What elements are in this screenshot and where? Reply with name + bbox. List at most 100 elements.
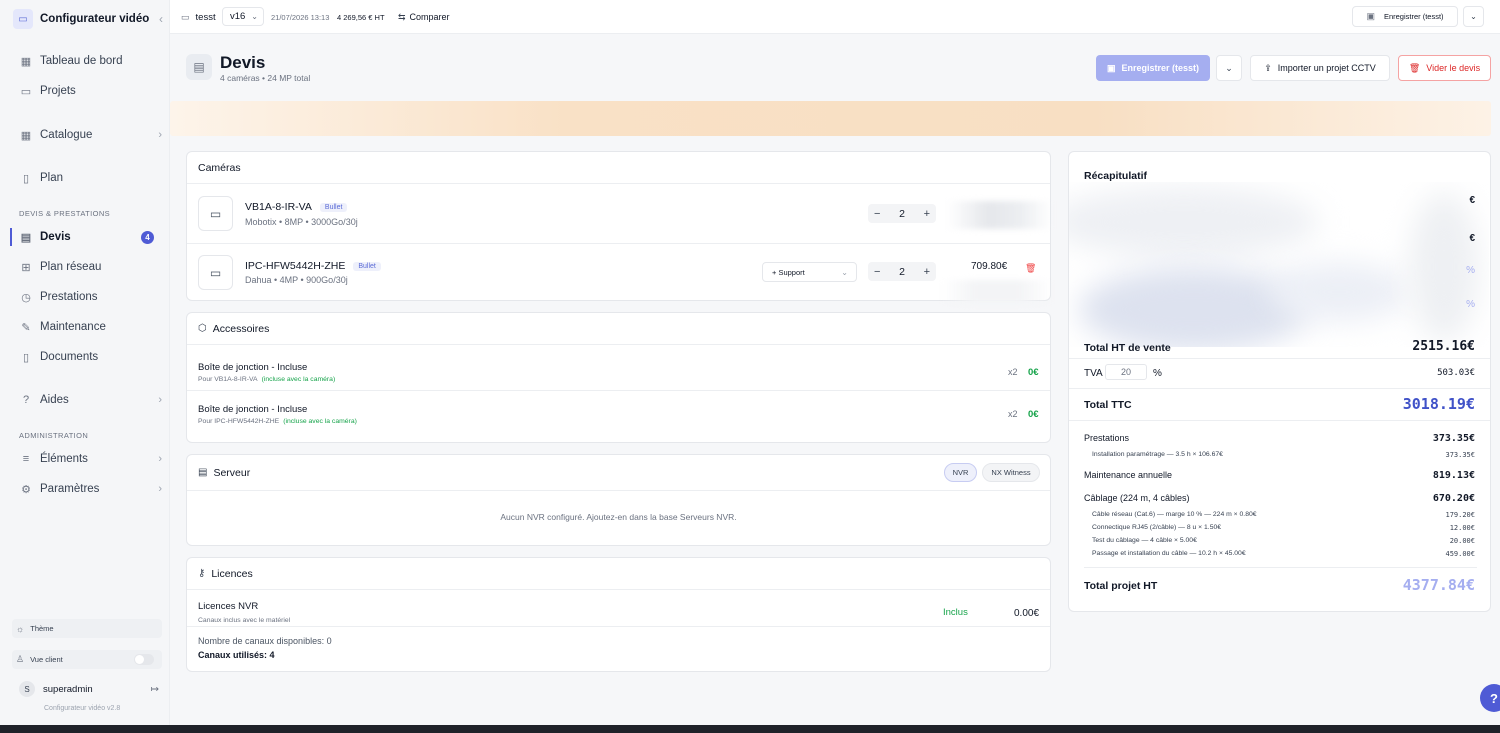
- trash-icon: 🗑: [1408, 62, 1421, 73]
- box-icon: ⬡: [198, 323, 207, 334]
- upload-icon: ⇪: [1264, 62, 1272, 73]
- save-options-button[interactable]: ⌄: [1216, 55, 1242, 81]
- minus-icon[interactable]: −: [874, 208, 880, 220]
- collapse-sidebar-icon[interactable]: ‹: [159, 12, 163, 26]
- minus-icon[interactable]: −: [874, 266, 880, 278]
- plus-icon[interactable]: +: [924, 266, 930, 278]
- theme-label: Thème: [30, 624, 54, 633]
- cable-line-label: Passage et installation du câble — 10.2 …: [1092, 550, 1246, 557]
- project-crumb[interactable]: ▭ tesst: [181, 0, 216, 34]
- save-icon: ▣: [1106, 62, 1116, 73]
- user-name: superadmin: [43, 683, 93, 695]
- sidebar-item-label: Éléments: [40, 453, 88, 465]
- accessory-name: Boîte de jonction - Incluse: [198, 362, 308, 373]
- sidebar-item-plan-reseau[interactable]: ⊞ Plan réseau: [12, 256, 162, 278]
- tab-nx-witness[interactable]: NX Witness: [982, 463, 1040, 482]
- version-select[interactable]: v16 ⌄: [222, 7, 264, 26]
- divider: [187, 626, 1050, 627]
- camera-model: IPC-HFW5442H-ZHE: [245, 260, 346, 272]
- chevron-right-icon: ›: [158, 129, 162, 141]
- save-button[interactable]: ▣ Enregistrer (tesst): [1096, 55, 1210, 81]
- tab-nvr[interactable]: NVR: [944, 463, 977, 482]
- clock-icon: ◷: [21, 291, 31, 304]
- cameras-title: Caméras: [198, 161, 241, 174]
- version-date: 21/07/2026 13:13: [271, 12, 330, 22]
- sidebar-item-devis[interactable]: ▤ Devis 4: [10, 226, 162, 248]
- licence-price: 0.00€: [1014, 608, 1040, 619]
- sidebar-item-maintenance[interactable]: ✎ Maintenance: [12, 316, 162, 338]
- accessory-row: Boîte de jonction - Incluse Pour VB1A-8-…: [187, 346, 1050, 390]
- import-cctv-button[interactable]: ⇪ Importer un projet CCTV: [1250, 55, 1390, 81]
- compare-button[interactable]: ⇆ Comparer: [398, 0, 450, 34]
- quantity-stepper[interactable]: − 2 +: [868, 204, 936, 223]
- topbar-save-button[interactable]: ▣ Enregistrer (tesst): [1352, 6, 1458, 27]
- sidebar-item-documents[interactable]: ▯ Documents: [12, 346, 162, 368]
- page-subtitle: 4 caméras • 24 MP total: [220, 73, 311, 83]
- sidebar-item-label: Paramètres: [40, 483, 100, 495]
- sidebar-item-label: Plan: [40, 172, 64, 184]
- accessories-title: Accessoires: [212, 322, 270, 335]
- sidebar-item-aides[interactable]: ? Aides ›: [12, 389, 162, 411]
- accessories-card: ⬡ Accessoires Boîte de jonction - Inclus…: [186, 312, 1051, 443]
- support-select[interactable]: + Support ⌄: [762, 262, 857, 282]
- tva-label: TVA: [1084, 368, 1103, 379]
- divider: [1069, 420, 1490, 421]
- sidebar-item-prestations[interactable]: ◷ Prestations: [12, 286, 162, 308]
- help-circle-icon: ?: [22, 394, 30, 406]
- server-card: ▤ Serveur NVR NX Witness Aucun NVR confi…: [186, 454, 1051, 546]
- divider: [1084, 567, 1477, 568]
- topbar-more-button[interactable]: ⌄: [1463, 6, 1484, 27]
- total-ht-value: 2515.16€: [1412, 339, 1475, 354]
- project-total-value: 4377.84€: [1402, 576, 1475, 594]
- network-icon: ⊞: [21, 261, 31, 274]
- quantity-stepper[interactable]: − 2 +: [868, 262, 936, 281]
- theme-button[interactable]: ☼ Thème: [12, 619, 162, 638]
- quantity-value: 2: [899, 265, 905, 278]
- cable-line-value: 179.20€: [1445, 511, 1475, 519]
- total-ht-label: Total HT de vente: [1084, 342, 1171, 354]
- version-value: v16: [230, 11, 246, 22]
- brand[interactable]: ▭ Configurateur vidéo ‹: [13, 7, 163, 31]
- licence-name: Licences NVR: [198, 601, 259, 612]
- sidebar-item-label: Maintenance: [40, 321, 106, 333]
- clear-devis-button[interactable]: 🗑 Vider le devis: [1398, 55, 1491, 81]
- camera-row: ▭ VB1A-8-IR-VA Bullet Mobotix • 8MP • 300…: [187, 185, 1052, 243]
- video-camera-icon: ▭: [13, 9, 33, 29]
- accessory-qty: x2: [1008, 409, 1018, 419]
- save-icon: ▣: [1366, 11, 1375, 21]
- gear-icon: ⚙: [21, 483, 31, 496]
- cable-line-value: 459.00€: [1445, 550, 1475, 558]
- topbar: ▭ tesst v16 ⌄ 21/07/2026 13:13 4 269,56 …: [170, 0, 1500, 34]
- sidebar-item-parametres[interactable]: ⚙ Paramètres ›: [12, 478, 162, 500]
- sidebar-item-catalogue[interactable]: ▦ Catalogue ›: [12, 124, 162, 146]
- version-amount: 4 269,56 € HT: [337, 12, 385, 22]
- price-blurred: [947, 201, 1052, 229]
- sidebar-item-elements[interactable]: ≡ Éléments ›: [12, 448, 162, 470]
- maintenance-value: 819.13€: [1432, 470, 1475, 481]
- sidebar-item-projets[interactable]: ▭ Projets: [12, 80, 162, 102]
- trash-icon[interactable]: 🗑: [1025, 263, 1036, 274]
- camera-type-tag: Bullet: [353, 261, 381, 271]
- tva-amount: 503.03€: [1437, 368, 1475, 378]
- sun-icon: ☼: [16, 623, 25, 634]
- logout-icon[interactable]: ↦: [151, 684, 159, 695]
- sidebar-item-plan[interactable]: ▯ Plan: [12, 167, 162, 189]
- accessories-header: ⬡ Accessoires: [187, 313, 1050, 345]
- server-empty-message: Aucun NVR configuré. Ajoutez-en dans la …: [500, 512, 737, 522]
- clear-label: Vider le devis: [1426, 63, 1481, 73]
- plus-icon[interactable]: +: [924, 208, 930, 220]
- sidebar-item-label: Plan réseau: [40, 261, 102, 273]
- help-button[interactable]: ?: [1480, 684, 1500, 712]
- document-icon: ▤: [186, 54, 212, 80]
- client-view-toggle[interactable]: [134, 654, 154, 665]
- compare-icon: ⇆: [398, 11, 406, 22]
- chevron-down-icon: ⌄: [251, 12, 258, 21]
- client-view-toggle-row[interactable]: ♙ Vue client: [12, 650, 162, 669]
- sidebar-item-label: Devis: [40, 231, 71, 243]
- licences-card: ⚷ Licences Licences NVR Canaux inclus av…: [186, 557, 1051, 672]
- licence-used: Canaux utilisés: 4: [198, 650, 275, 660]
- sidebar-item-dashboard[interactable]: ▦ Tableau de bord: [12, 50, 162, 72]
- project-name: tesst: [195, 11, 216, 23]
- cable-line-label: Connectique RJ45 (2/câble) — 8 u × 1.50€: [1092, 524, 1222, 531]
- tva-input[interactable]: 20: [1105, 364, 1147, 380]
